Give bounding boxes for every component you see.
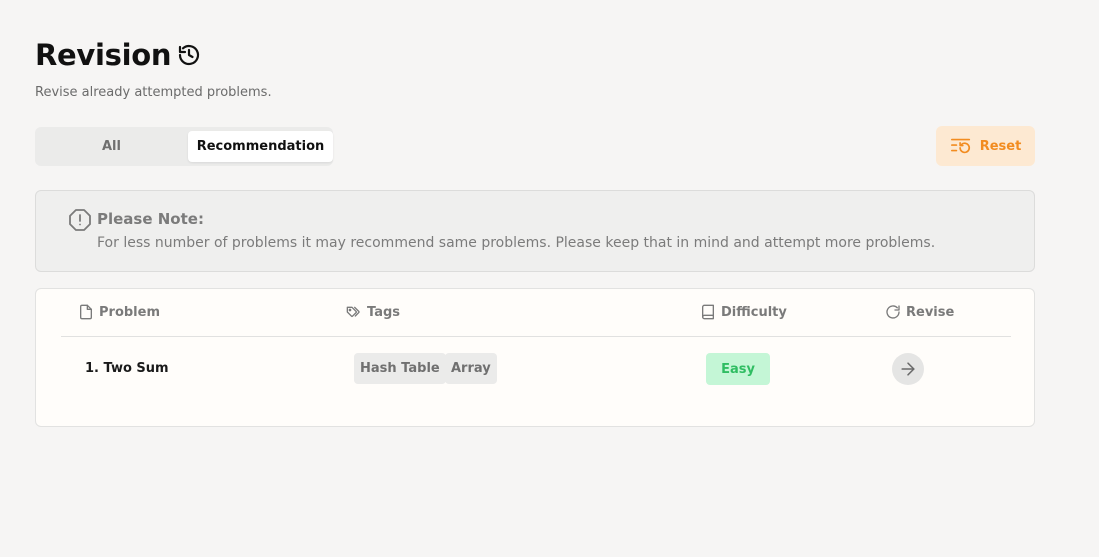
revise-button[interactable]: [892, 353, 924, 385]
tag-badge: Hash Table: [354, 353, 446, 384]
column-header-difficulty[interactable]: Difficulty: [700, 304, 787, 320]
tags-icon: [346, 304, 362, 320]
column-header-problem[interactable]: Problem: [78, 304, 160, 320]
column-header-tags[interactable]: Tags: [346, 304, 400, 320]
reset-list-icon: [950, 135, 972, 157]
page-subtitle: Revise already attempted problems.: [35, 85, 272, 100]
column-header-difficulty-label: Difficulty: [721, 304, 787, 320]
note-banner: Please Note: For less number of problems…: [35, 190, 1035, 272]
problems-table: Problem Tags Difficulty Revise 1. Two Su…: [35, 288, 1035, 427]
filter-tabs: All Recommendation: [35, 127, 333, 166]
column-header-problem-label: Problem: [99, 304, 160, 320]
column-header-revise[interactable]: Revise: [885, 304, 954, 320]
table-row: 1. Two Sum Hash Table Array Easy: [36, 337, 1036, 403]
note-title: Please Note:: [97, 210, 204, 228]
column-header-tags-label: Tags: [367, 304, 401, 320]
note-text: For less number of problems it may recom…: [97, 235, 936, 251]
reset-button-label: Reset: [979, 138, 1022, 154]
alert-octagon-icon: [68, 208, 92, 232]
page-header: Revision: [35, 38, 201, 72]
column-header-revise-label: Revise: [906, 304, 955, 320]
arrow-right-icon: [898, 359, 918, 379]
tab-recommendation[interactable]: Recommendation: [188, 131, 333, 162]
page-title: Revision: [35, 38, 172, 72]
revision-page: Revision Revise already attempted proble…: [0, 0, 1099, 557]
tag-badge: Array: [445, 353, 497, 384]
book-icon: [700, 304, 716, 320]
problem-link[interactable]: 1. Two Sum: [85, 361, 169, 376]
history-icon: [177, 43, 201, 67]
difficulty-badge: Easy: [706, 353, 770, 385]
file-icon: [78, 304, 94, 320]
tab-all[interactable]: All: [39, 131, 184, 162]
refresh-icon: [885, 304, 901, 320]
reset-button[interactable]: Reset: [936, 126, 1035, 166]
